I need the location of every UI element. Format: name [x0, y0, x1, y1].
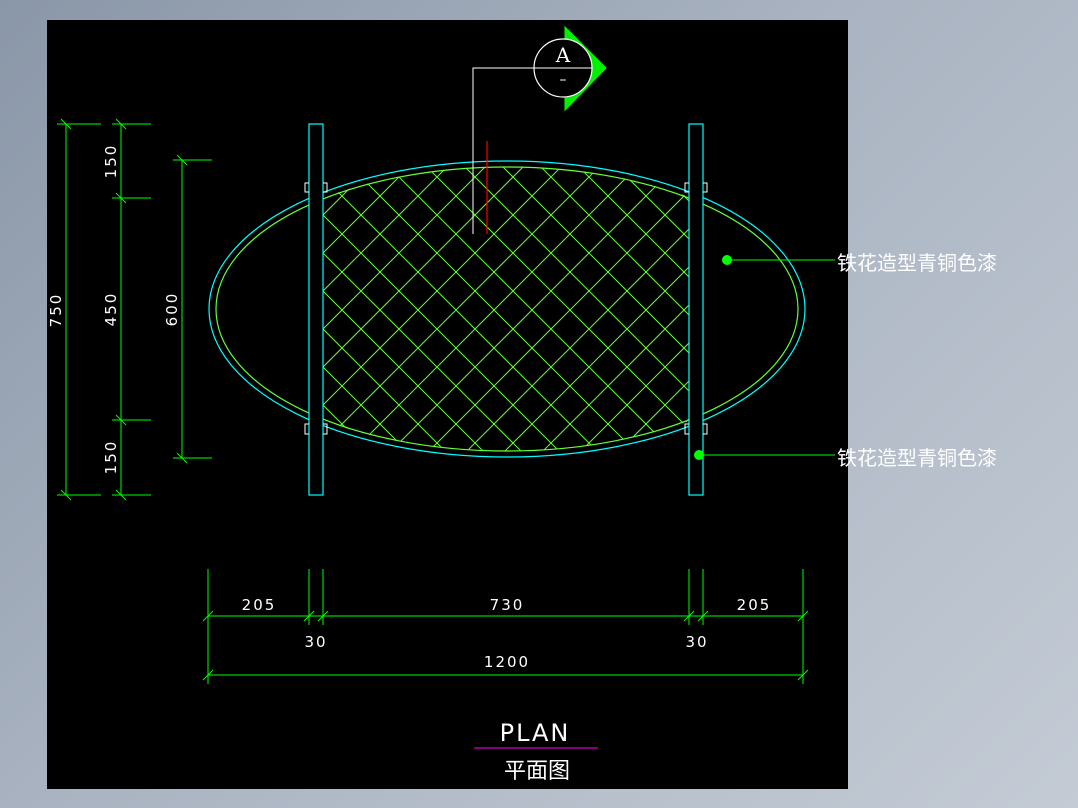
right-post [688, 123, 704, 496]
hatch-line [1044, 100, 1078, 520]
dim-bottom-total: 1200 [484, 653, 530, 671]
ellipse-outer [208, 160, 806, 458]
hatch-line [323, 167, 515, 451]
hatch-line [0, 100, 286, 520]
dim-left-middle: 450 [102, 292, 120, 327]
dim-left-bottom: 150 [102, 440, 120, 475]
hatch-line [0, 100, 20, 520]
post-brackets [304, 182, 708, 435]
dim-bottom-left: 205 [242, 596, 277, 614]
hatch-line [473, 167, 689, 451]
callout-bottom-label: 铁花造型青铜色漆 [837, 446, 997, 470]
section-sub: – [560, 72, 567, 88]
dim-left-inner: 600 [163, 292, 181, 327]
hatch-line [323, 167, 439, 451]
dim-left-top: 150 [102, 144, 120, 179]
dim-bottom-post-right: 30 [685, 633, 708, 651]
hatch-line [0, 100, 172, 520]
hatch-line [0, 100, 172, 520]
hatch-line [323, 167, 629, 451]
dim-bottom-right: 205 [737, 596, 772, 614]
hatch-line [1006, 100, 1078, 520]
cad-drawing: A – 750 150 450 150 600 205 730 205 30 3… [0, 25, 1078, 784]
hatch-line [0, 100, 248, 520]
hatch-line [0, 100, 248, 520]
hatch-line [359, 167, 689, 451]
dim-bottom-center: 730 [490, 596, 525, 614]
title-plan: PLAN [500, 719, 571, 747]
title-chinese: 平面图 [504, 759, 570, 784]
hatch-line [323, 167, 439, 451]
left-post [308, 123, 324, 496]
hatch-line [0, 100, 20, 520]
section-letter: A [555, 43, 571, 67]
dim-left-total: 750 [47, 293, 65, 328]
hatch-line [0, 100, 286, 520]
callout-top: 铁花造型青铜色漆 [722, 251, 997, 275]
callout-bottom: 铁花造型青铜色漆 [694, 446, 997, 470]
hatch-line [323, 167, 515, 451]
left-dimensions [57, 118, 212, 501]
dim-bottom-post-left: 30 [304, 633, 327, 651]
hatch-line [1044, 100, 1078, 520]
hatch-line [1006, 100, 1078, 520]
callout-top-label: 铁花造型青铜色漆 [837, 251, 997, 275]
